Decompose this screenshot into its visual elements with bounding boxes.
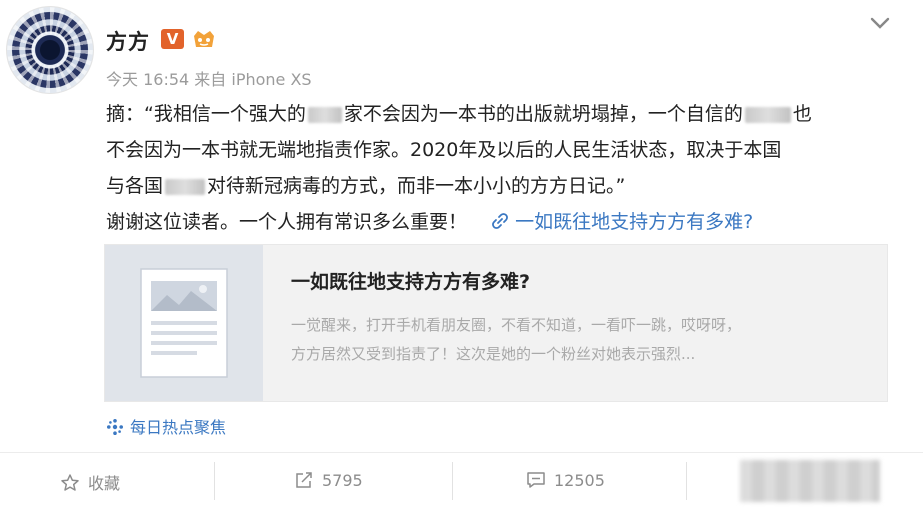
post-text-segment: 谢谢这位读者。一个人拥有常识多么重要！: [106, 211, 468, 233]
member-icon: [194, 31, 214, 47]
favorite-button[interactable]: 收藏: [60, 470, 120, 494]
link-icon: [492, 213, 508, 229]
article-description-line: 一觉醒来，打开手机看朋友圈，不看不知道，一看吓一跳，哎呀呀，: [291, 316, 742, 334]
article-title: 一如既往地支持方方有多难?: [291, 271, 531, 293]
post-line-4: 谢谢这位读者。一个人拥有常识多么重要！ 一如既往地支持方方有多难?: [106, 204, 896, 240]
repost-count: 5795: [322, 471, 363, 490]
comment-button[interactable]: 12505: [526, 470, 605, 490]
article-card[interactable]: 一如既往地支持方方有多难? 一觉醒来，打开手机看朋友圈，不看不知道，一看吓一跳，…: [104, 244, 888, 402]
article-description-line: 方方居然又受到指责了！这次是她的一个粉丝对她表示强烈...: [291, 345, 696, 363]
redacted-text: [744, 106, 791, 123]
source-label: 每日热点聚焦: [130, 418, 227, 437]
redacted-text: [165, 178, 206, 195]
action-bar-divider: [0, 452, 923, 453]
repost-icon: [296, 472, 312, 488]
topic-link-label: 一如既往地支持方方有多难?: [515, 211, 754, 233]
action-separator: [214, 462, 215, 500]
post-text-segment: 对待新冠病毒的方式，而非一本小小的方方日记。”: [207, 175, 626, 197]
post-meta: 今天 16:54 来自 iPhone XS: [106, 70, 312, 89]
post-line-2: 不会因为一本书就无端地指责作家。2020年及以后的人民生活状态，取决于本国: [106, 139, 782, 161]
article-thumbnail: [105, 245, 263, 401]
author-name[interactable]: 方方: [106, 26, 150, 56]
comment-icon: [527, 472, 545, 488]
source-link[interactable]: 每日热点聚焦: [106, 414, 226, 438]
action-separator: [686, 462, 687, 500]
repost-button[interactable]: 5795: [294, 470, 363, 490]
avatar[interactable]: [6, 6, 94, 94]
post-text-segment: 摘：“我相信一个强大的: [106, 103, 306, 125]
star-icon: [61, 474, 79, 491]
action-separator: [452, 462, 453, 500]
post-text-segment: 家不会因为一本书的出版就坍塌掉，一个自信的: [343, 103, 743, 125]
favorite-label: 收藏: [88, 474, 121, 493]
post-line-1: 摘：“我相信一个强大的 家不会因为一本书的出版就坍塌掉，一个自信的 也: [106, 96, 896, 132]
article-description: 一觉醒来，打开手机看朋友圈，不看不知道，一看吓一跳，哎呀呀， 方方居然又受到指责…: [291, 311, 861, 369]
comment-count: 12505: [554, 471, 605, 490]
post-line-3: 与各国 对待新冠病毒的方式，而非一本小小的方方日记。”: [106, 168, 896, 204]
redacted-like-area: [740, 460, 880, 502]
verified-badge: V: [161, 29, 184, 49]
chevron-down-icon[interactable]: [869, 14, 891, 32]
topic-link[interactable]: 一如既往地支持方方有多难?: [491, 211, 753, 233]
post-text-segment: 也: [792, 103, 812, 125]
source-icon: [107, 419, 123, 435]
redacted-text: [307, 106, 342, 123]
post-text-segment: 与各国: [106, 175, 164, 197]
document-icon: [140, 268, 228, 378]
post-text: 摘：“我相信一个强大的 家不会因为一本书的出版就坍塌掉，一个自信的 也 不会因为一本…: [106, 96, 896, 240]
